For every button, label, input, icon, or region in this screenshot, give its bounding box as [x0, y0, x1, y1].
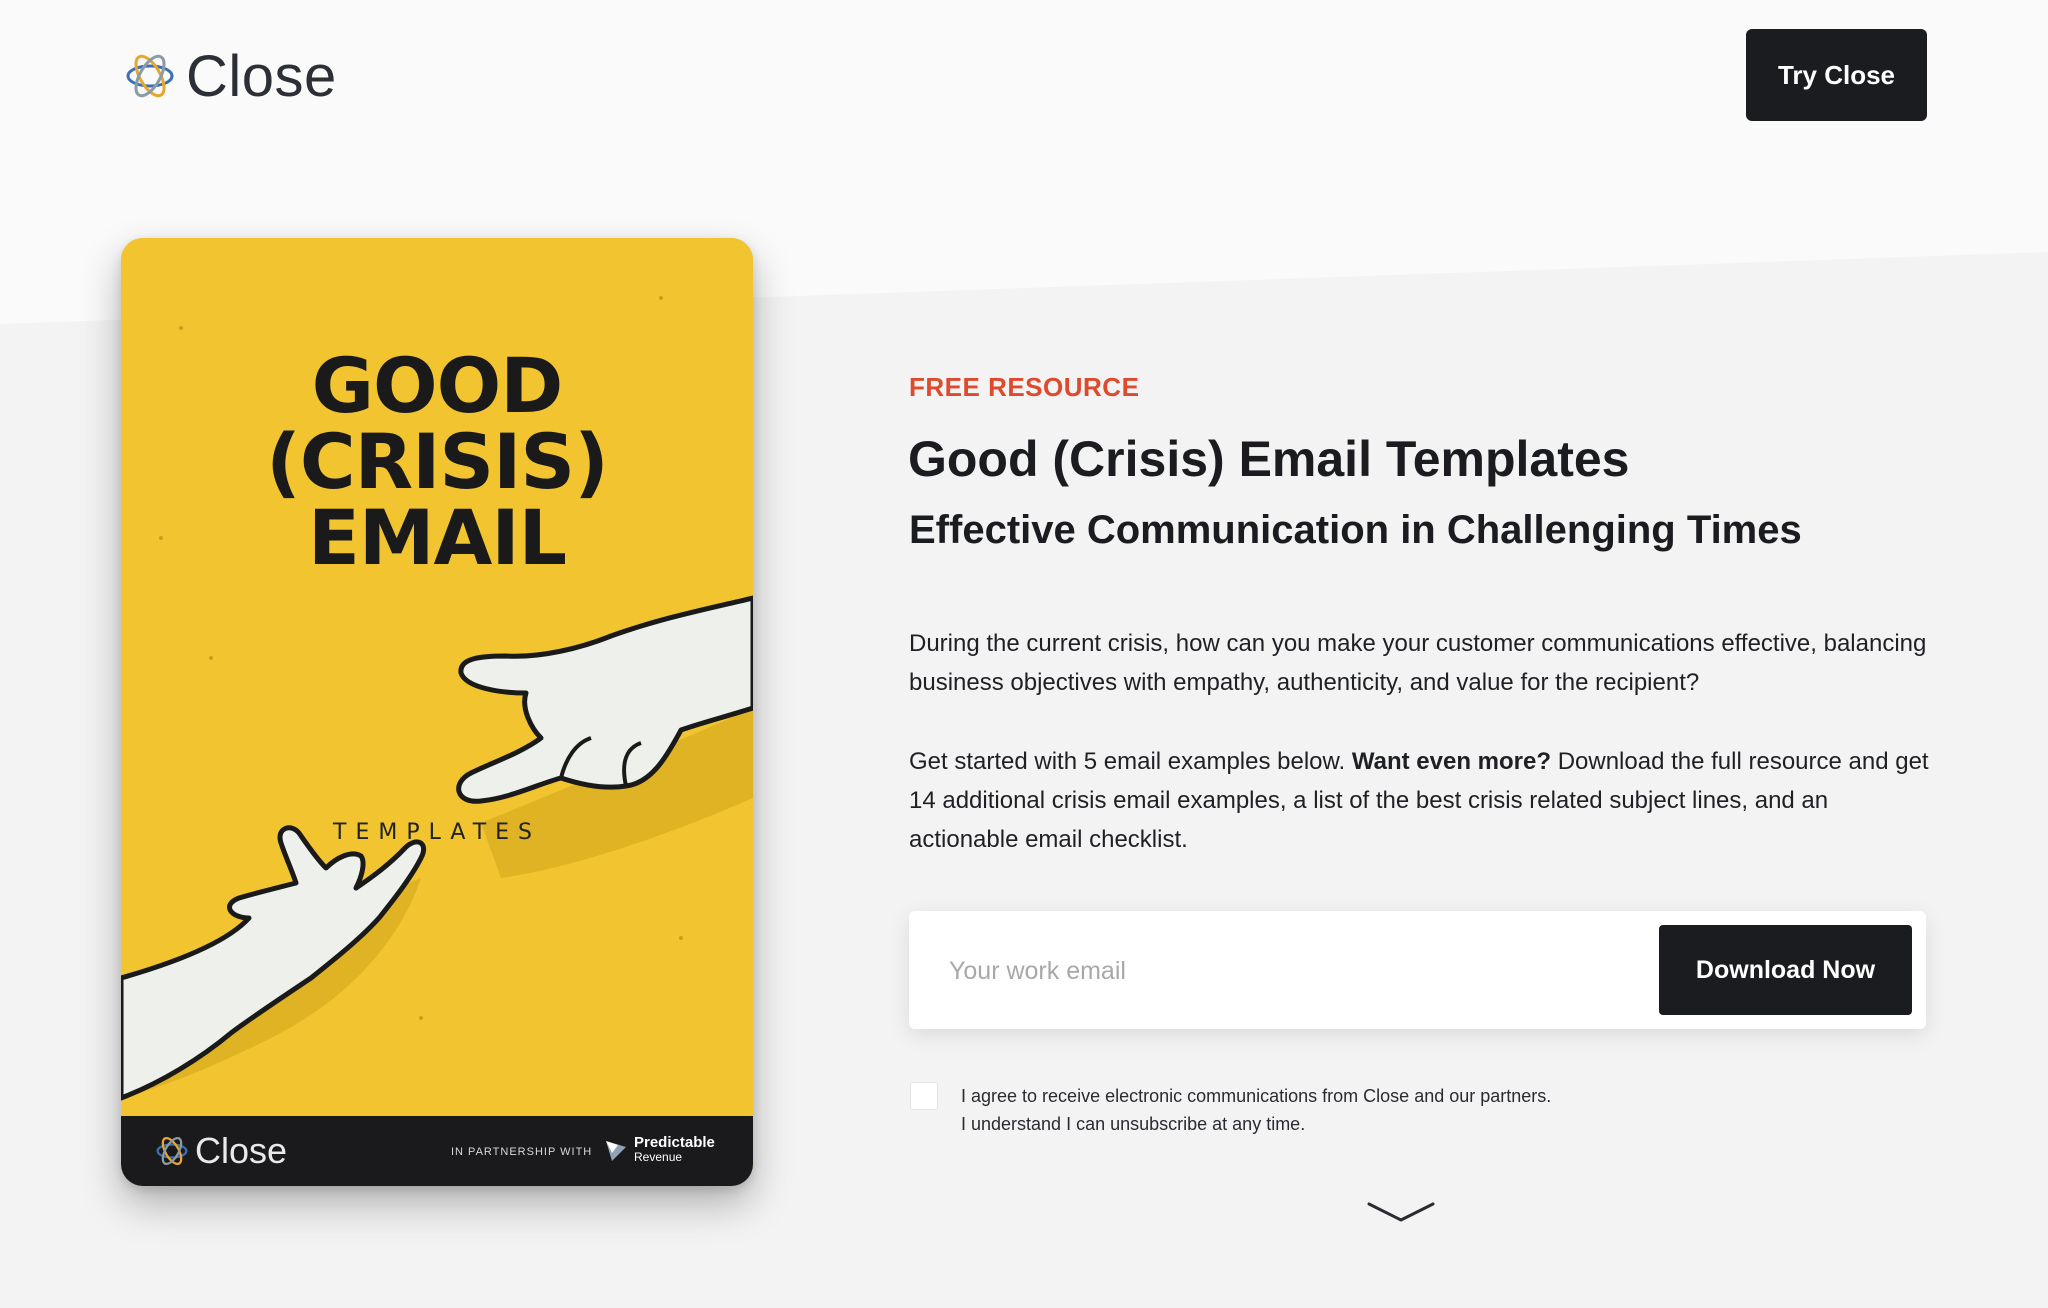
partner-name-2: Revenue: [634, 1150, 683, 1164]
close-logo-icon: [126, 54, 174, 98]
cover-title-line: (CRISIS): [266, 417, 609, 506]
consent-text: I agree to receive electronic communicat…: [961, 1082, 1551, 1138]
cover-close-logo: Close: [155, 1130, 287, 1172]
cover-subtitle: TEMPLATES: [333, 820, 541, 845]
close-logo-icon: [156, 1136, 188, 1166]
cover-logo-text: Close: [195, 1130, 288, 1171]
email-input[interactable]: [947, 939, 1591, 1003]
logo-text: Close: [186, 43, 337, 109]
predictable-revenue-icon: [606, 1141, 626, 1161]
cover-footer: Close IN PARTNERSHIP WITH Predictable Re…: [121, 1116, 753, 1186]
details-paragraph: Get started with 5 email examples below.…: [909, 742, 1929, 859]
partner-name: Predictable: [634, 1134, 715, 1151]
details-text-start: Get started with 5 email examples below.: [909, 748, 1352, 775]
consent-line: I understand I can unsubscribe at any ti…: [961, 1114, 1306, 1134]
intro-paragraph: During the current crisis, how can you m…: [909, 630, 1927, 696]
chevron-down-icon[interactable]: [1366, 1200, 1436, 1226]
predictable-revenue-logo: Predictable Revenue: [604, 1134, 715, 1164]
close-logo[interactable]: Close: [124, 42, 337, 110]
download-form: Download Now: [909, 911, 1926, 1029]
cover-title: GOOD (CRISIS) EMAIL: [121, 348, 753, 576]
download-now-button[interactable]: Download Now: [1659, 925, 1912, 1015]
consent-checkbox[interactable]: [910, 1082, 938, 1110]
cover-title-line: GOOD: [311, 341, 564, 430]
page-subtitle: Effective Communication in Challenging T…: [909, 508, 1802, 552]
page-title: Good (Crisis) Email Templates: [908, 431, 1630, 487]
details-text-bold: Want even more?: [1351, 748, 1552, 775]
try-close-button[interactable]: Try Close: [1746, 29, 1927, 121]
consent-line: I agree to receive electronic communicat…: [961, 1086, 1552, 1106]
ebook-cover: GOOD (CRISIS) EMAIL TEMPLATES Close IN P…: [121, 238, 753, 1186]
eyebrow-label: FREE RESOURCE: [909, 372, 1140, 402]
partnership-label: IN PARTNERSHIP WITH: [451, 1146, 593, 1158]
cover-title-line: EMAIL: [307, 493, 567, 582]
